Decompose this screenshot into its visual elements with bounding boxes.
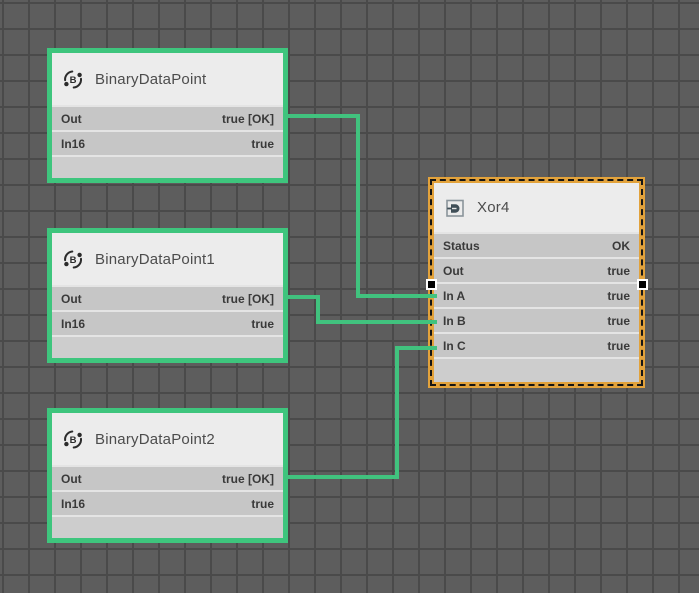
property-row-out[interactable]: Out true bbox=[434, 259, 639, 282]
property-value: true bbox=[607, 264, 630, 278]
node-title-bar[interactable]: B BinaryDataPoint bbox=[52, 53, 283, 105]
node-binarydatapoint1[interactable]: B BinaryDataPoint1 Out true [OK] In16 tr… bbox=[47, 228, 288, 363]
xor-gate-icon bbox=[444, 197, 466, 219]
wire-sheet-canvas[interactable]: { "colors": { "canvas-bg": "#5d5d5d", "g… bbox=[0, 0, 699, 593]
property-label: In16 bbox=[61, 317, 85, 331]
node-title-bar[interactable]: B BinaryDataPoint1 bbox=[52, 233, 283, 285]
property-label: In16 bbox=[61, 137, 85, 151]
property-label: In A bbox=[443, 289, 465, 303]
wire-out-to-inB[interactable] bbox=[285, 297, 437, 322]
property-value: true bbox=[251, 137, 274, 151]
node-title: BinaryDataPoint2 bbox=[95, 431, 215, 448]
property-label: In16 bbox=[61, 497, 85, 511]
property-row-empty bbox=[52, 157, 283, 178]
property-row-empty bbox=[52, 517, 283, 538]
property-row-ina[interactable]: In A true bbox=[434, 284, 639, 307]
property-row-in16[interactable]: In16 true bbox=[52, 492, 283, 515]
svg-text:B: B bbox=[70, 75, 77, 86]
property-value: true bbox=[251, 317, 274, 331]
property-label: In B bbox=[443, 314, 466, 328]
binary-point-icon: B bbox=[62, 428, 84, 450]
property-label: Out bbox=[61, 472, 82, 486]
property-value: OK bbox=[612, 239, 630, 253]
node-xor4[interactable]: Xor4 Status OK Out true In A true In B t… bbox=[428, 177, 645, 388]
wire-out-to-inC[interactable] bbox=[285, 348, 437, 477]
node-title: BinaryDataPoint bbox=[95, 71, 206, 88]
property-label: Status bbox=[443, 239, 480, 253]
selection-handle-right[interactable] bbox=[637, 279, 648, 290]
property-row-inc[interactable]: In C true bbox=[434, 334, 639, 357]
node-title-bar[interactable]: B BinaryDataPoint2 bbox=[52, 413, 283, 465]
property-value: true bbox=[607, 289, 630, 303]
property-row-in16[interactable]: In16 true bbox=[52, 132, 283, 155]
property-value: true bbox=[251, 497, 274, 511]
property-row-out[interactable]: Out true [OK] bbox=[52, 107, 283, 130]
property-value: true [OK] bbox=[222, 112, 274, 126]
selection-handle-left[interactable] bbox=[426, 279, 437, 290]
property-label: Out bbox=[61, 112, 82, 126]
property-row-status[interactable]: Status OK bbox=[434, 234, 639, 257]
property-row-empty bbox=[434, 359, 639, 382]
property-row-out[interactable]: Out true [OK] bbox=[52, 287, 283, 310]
property-row-inb[interactable]: In B true bbox=[434, 309, 639, 332]
binary-point-icon: B bbox=[62, 68, 84, 90]
wire-out-to-inA[interactable] bbox=[285, 116, 437, 296]
node-binarydatapoint2[interactable]: B BinaryDataPoint2 Out true [OK] In16 tr… bbox=[47, 408, 288, 543]
selection-border: Xor4 Status OK Out true In A true In B t… bbox=[430, 179, 643, 386]
svg-text:B: B bbox=[70, 255, 77, 266]
node-title-bar[interactable]: Xor4 bbox=[434, 183, 639, 232]
node-binarydatapoint[interactable]: B BinaryDataPoint Out true [OK] In16 tru… bbox=[47, 48, 288, 183]
property-label: Out bbox=[443, 264, 464, 278]
property-label: Out bbox=[61, 292, 82, 306]
binary-point-icon: B bbox=[62, 248, 84, 270]
property-value: true bbox=[607, 314, 630, 328]
property-value: true bbox=[607, 339, 630, 353]
node-title: Xor4 bbox=[477, 199, 510, 216]
property-row-in16[interactable]: In16 true bbox=[52, 312, 283, 335]
node-title: BinaryDataPoint1 bbox=[95, 251, 215, 268]
property-label: In C bbox=[443, 339, 466, 353]
property-value: true [OK] bbox=[222, 472, 274, 486]
property-row-empty bbox=[52, 337, 283, 358]
property-row-out[interactable]: Out true [OK] bbox=[52, 467, 283, 490]
property-value: true [OK] bbox=[222, 292, 274, 306]
svg-text:B: B bbox=[70, 435, 77, 446]
